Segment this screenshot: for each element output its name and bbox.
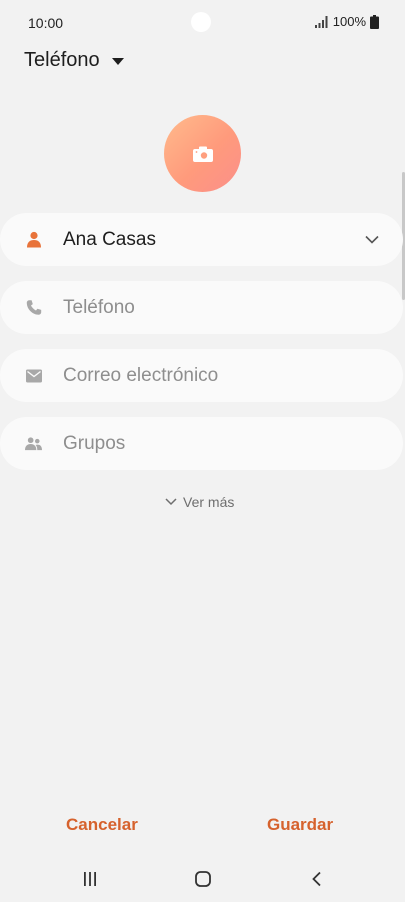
recents-icon bbox=[84, 872, 96, 886]
email-field[interactable]: Correo electrónico bbox=[0, 349, 403, 402]
email-placeholder: Correo electrónico bbox=[63, 364, 219, 386]
navigation-bar bbox=[0, 855, 405, 902]
battery-icon bbox=[370, 14, 379, 29]
account-label: Teléfono bbox=[24, 49, 100, 71]
cancel-button[interactable]: Cancelar bbox=[66, 815, 138, 835]
phone-icon bbox=[25, 299, 42, 316]
status-indicators: 100% bbox=[314, 14, 379, 29]
status-time: 10:00 bbox=[28, 15, 64, 31]
home-button[interactable] bbox=[192, 869, 214, 889]
chevron-down-icon bbox=[165, 498, 177, 506]
battery-percent: 100% bbox=[332, 14, 366, 29]
screen: 10:00 100% Teléfono Ana Casas Teléfono C… bbox=[0, 0, 405, 902]
caret-down-icon bbox=[111, 57, 124, 65]
camera-icon bbox=[192, 146, 213, 162]
groups-placeholder: Grupos bbox=[63, 432, 126, 454]
save-button[interactable]: Guardar bbox=[267, 815, 333, 835]
account-selector[interactable]: Teléfono bbox=[24, 49, 124, 72]
name-value: Ana Casas bbox=[63, 228, 156, 250]
status-bar: 10:00 100% bbox=[0, 0, 405, 46]
front-camera-cutout bbox=[191, 12, 211, 32]
chevron-down-icon[interactable] bbox=[365, 235, 379, 244]
signal-icon bbox=[314, 15, 328, 28]
back-icon bbox=[312, 871, 321, 887]
home-icon bbox=[195, 871, 211, 887]
phone-placeholder: Teléfono bbox=[63, 296, 135, 318]
name-field[interactable]: Ana Casas bbox=[0, 213, 403, 266]
groups-icon bbox=[25, 435, 42, 452]
recents-button[interactable] bbox=[79, 869, 101, 889]
mail-icon bbox=[25, 367, 42, 384]
person-icon bbox=[25, 231, 42, 248]
view-more-button[interactable]: Ver más bbox=[165, 494, 234, 510]
view-more-label: Ver más bbox=[183, 494, 235, 510]
groups-field[interactable]: Grupos bbox=[0, 417, 403, 470]
back-button[interactable] bbox=[306, 869, 328, 889]
phone-field[interactable]: Teléfono bbox=[0, 281, 403, 334]
contact-photo-button[interactable] bbox=[164, 115, 241, 192]
